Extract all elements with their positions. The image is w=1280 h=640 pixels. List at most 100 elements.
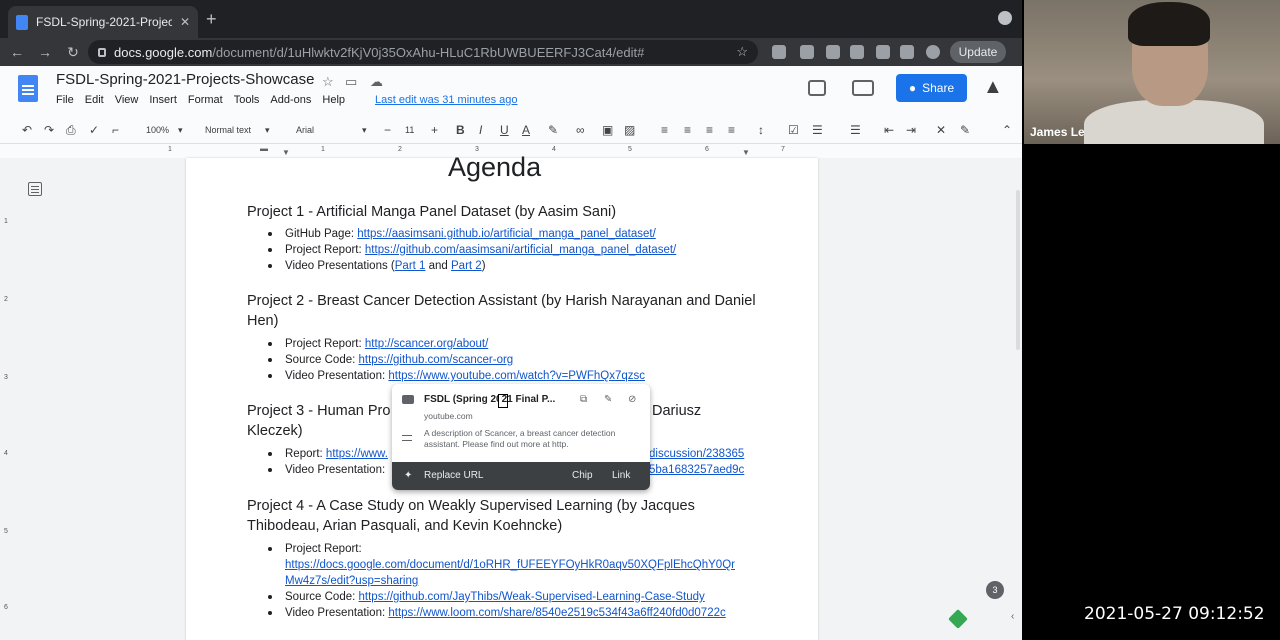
- chevron-down-icon[interactable]: ▾: [178, 125, 183, 136]
- project-report-link[interactable]: https://docs.google.com/document/d/1oRHR…: [285, 557, 735, 573]
- zoom-select[interactable]: 100%: [146, 125, 169, 135]
- account-avatar-icon[interactable]: ▲: [983, 76, 1003, 99]
- tab-search-icon[interactable]: [998, 11, 1012, 25]
- source-code-link[interactable]: https://github.com/scancer-org: [359, 354, 514, 366]
- align-center-icon[interactable]: ≡: [684, 123, 691, 137]
- first-line-indent-marker[interactable]: ▼: [282, 148, 290, 157]
- move-folder-icon[interactable]: ▭: [345, 74, 357, 90]
- decrease-font-size-icon[interactable]: −: [384, 123, 391, 137]
- increase-font-size-icon[interactable]: +: [431, 123, 438, 137]
- insert-image-icon[interactable]: ▨: [624, 123, 635, 137]
- video-presentation-link[interactable]: https://www.loom.com/share/8540e2519c534…: [388, 607, 725, 619]
- align-left-icon[interactable]: ≡: [661, 123, 668, 137]
- checklist-icon[interactable]: ☑: [788, 123, 799, 137]
- chevron-down-icon[interactable]: ▾: [362, 125, 367, 136]
- increase-indent-icon[interactable]: ⇥: [906, 123, 916, 137]
- comments-count-badge[interactable]: 3: [986, 581, 1004, 599]
- menu-format[interactable]: Format: [188, 94, 223, 106]
- new-tab-icon[interactable]: +: [206, 9, 217, 30]
- video-presentation-link[interactable]: https://www.youtube.com/watch?v=PWFhQx7q…: [388, 370, 645, 382]
- docs-logo-icon[interactable]: [18, 75, 38, 102]
- collapse-menus-icon[interactable]: ⌃: [1002, 123, 1012, 137]
- github-page-link[interactable]: https://aasimsani.github.io/artificial_m…: [357, 228, 656, 240]
- browser-tab[interactable]: FSDL-Spring-2021-Projects-Sh ✕: [8, 6, 198, 38]
- document-title[interactable]: FSDL-Spring-2021-Projects-Showcase: [56, 71, 314, 88]
- undo-icon[interactable]: ↶: [22, 123, 32, 137]
- menu-view[interactable]: View: [115, 94, 139, 106]
- insert-link-icon[interactable]: ∞: [576, 123, 585, 137]
- link-preview-title[interactable]: FSDL (Spring 2021 Final P...: [424, 394, 555, 405]
- puzzle-extensions-icon[interactable]: [876, 45, 890, 59]
- cast-icon[interactable]: [900, 45, 914, 59]
- replace-url-button[interactable]: Replace URL: [424, 470, 483, 481]
- menu-help[interactable]: Help: [322, 94, 345, 106]
- reload-icon[interactable]: ↻: [62, 44, 84, 61]
- video-link-end[interactable]: 5ba1683257aed9c: [649, 462, 744, 478]
- part-2-link[interactable]: Part 2: [451, 260, 482, 272]
- source-code-link[interactable]: https://github.com/JayThibs/Weak-Supervi…: [359, 591, 705, 603]
- spellcheck-icon[interactable]: ✓: [89, 123, 99, 137]
- part-1-link[interactable]: Part 1: [395, 260, 426, 272]
- clear-formatting-icon[interactable]: ✕: [936, 123, 946, 137]
- forward-icon[interactable]: →: [34, 44, 56, 60]
- redo-icon[interactable]: ↷: [44, 123, 54, 137]
- font-size-field[interactable]: 11: [405, 125, 414, 135]
- close-tab-icon[interactable]: ✕: [180, 15, 190, 29]
- menu-file[interactable]: File: [56, 94, 74, 106]
- decrease-indent-icon[interactable]: ⇤: [884, 123, 894, 137]
- present-icon[interactable]: [852, 80, 874, 96]
- menu-edit[interactable]: Edit: [85, 94, 104, 106]
- project-report-link[interactable]: http://scancer.org/about/: [365, 338, 488, 350]
- scrollbar[interactable]: [1016, 190, 1020, 350]
- address-bar[interactable]: docs.google.com/document/d/1uHlwktv2fKjV…: [88, 40, 758, 64]
- menu-tools[interactable]: Tools: [234, 94, 260, 106]
- underline-icon[interactable]: U: [500, 123, 509, 137]
- share-button[interactable]: ● Share: [896, 74, 967, 102]
- link-button[interactable]: Link: [612, 470, 630, 481]
- remove-link-icon[interactable]: ⊘: [628, 394, 636, 405]
- editing-mode-icon[interactable]: ✎: [960, 123, 970, 137]
- menu-addons[interactable]: Add-ons: [270, 94, 311, 106]
- update-button[interactable]: Update: [950, 41, 1006, 63]
- insert-comment-icon[interactable]: ▣: [602, 123, 613, 137]
- chip-button[interactable]: Chip: [572, 470, 593, 481]
- report-link-end[interactable]: discussion/238365: [649, 446, 744, 462]
- last-edit-link[interactable]: Last edit was 31 minutes ago: [375, 94, 517, 106]
- italic-icon[interactable]: I: [479, 123, 482, 137]
- chevron-left-icon[interactable]: ‹: [1011, 611, 1014, 622]
- comment-history-icon[interactable]: [808, 80, 826, 96]
- highlight-icon[interactable]: ✎: [548, 123, 558, 137]
- project-report-link-cont[interactable]: Mw4z7s/edit?usp=sharing: [285, 573, 418, 589]
- style-select[interactable]: Normal text: [205, 125, 251, 135]
- copy-link-icon[interactable]: ⧉: [580, 394, 587, 405]
- cloud-saved-icon[interactable]: ☁: [370, 74, 383, 90]
- right-indent-marker[interactable]: ▼: [742, 148, 750, 157]
- justify-icon[interactable]: ≡: [728, 123, 735, 137]
- line-spacing-icon[interactable]: ↕: [758, 123, 764, 137]
- text-color-icon[interactable]: A: [522, 123, 530, 137]
- print-icon[interactable]: ⎙: [66, 123, 76, 138]
- menu-insert[interactable]: Insert: [149, 94, 177, 106]
- bulleted-list-icon[interactable]: ☰: [812, 123, 823, 137]
- extension-grid-icon[interactable]: [826, 45, 840, 59]
- left-indent-marker[interactable]: ▬: [260, 144, 268, 153]
- chevron-down-icon[interactable]: ▾: [265, 125, 270, 136]
- document-outline-icon[interactable]: [28, 182, 42, 196]
- report-link[interactable]: https://www.: [326, 448, 388, 460]
- extension-beta-icon[interactable]: [772, 45, 786, 59]
- github-icon[interactable]: [850, 45, 864, 59]
- star-icon[interactable]: ☆: [322, 74, 334, 90]
- numbered-list-icon[interactable]: ☰: [850, 123, 861, 137]
- vertical-ruler-number: 2: [4, 296, 8, 303]
- explore-icon[interactable]: [948, 609, 968, 629]
- bold-icon[interactable]: B: [456, 123, 465, 137]
- project-report-link[interactable]: https://github.com/aasimsani/artificial_…: [365, 244, 676, 256]
- edit-link-icon[interactable]: ✎: [604, 394, 612, 405]
- back-icon[interactable]: ←: [6, 44, 28, 60]
- extension-icon[interactable]: [800, 45, 814, 59]
- paint-format-icon[interactable]: ⌐: [112, 123, 119, 137]
- font-select[interactable]: Arial: [296, 125, 314, 135]
- bookmark-star-icon[interactable]: ☆: [736, 44, 748, 60]
- align-right-icon[interactable]: ≡: [706, 123, 713, 137]
- profile-avatar-icon[interactable]: [926, 45, 940, 59]
